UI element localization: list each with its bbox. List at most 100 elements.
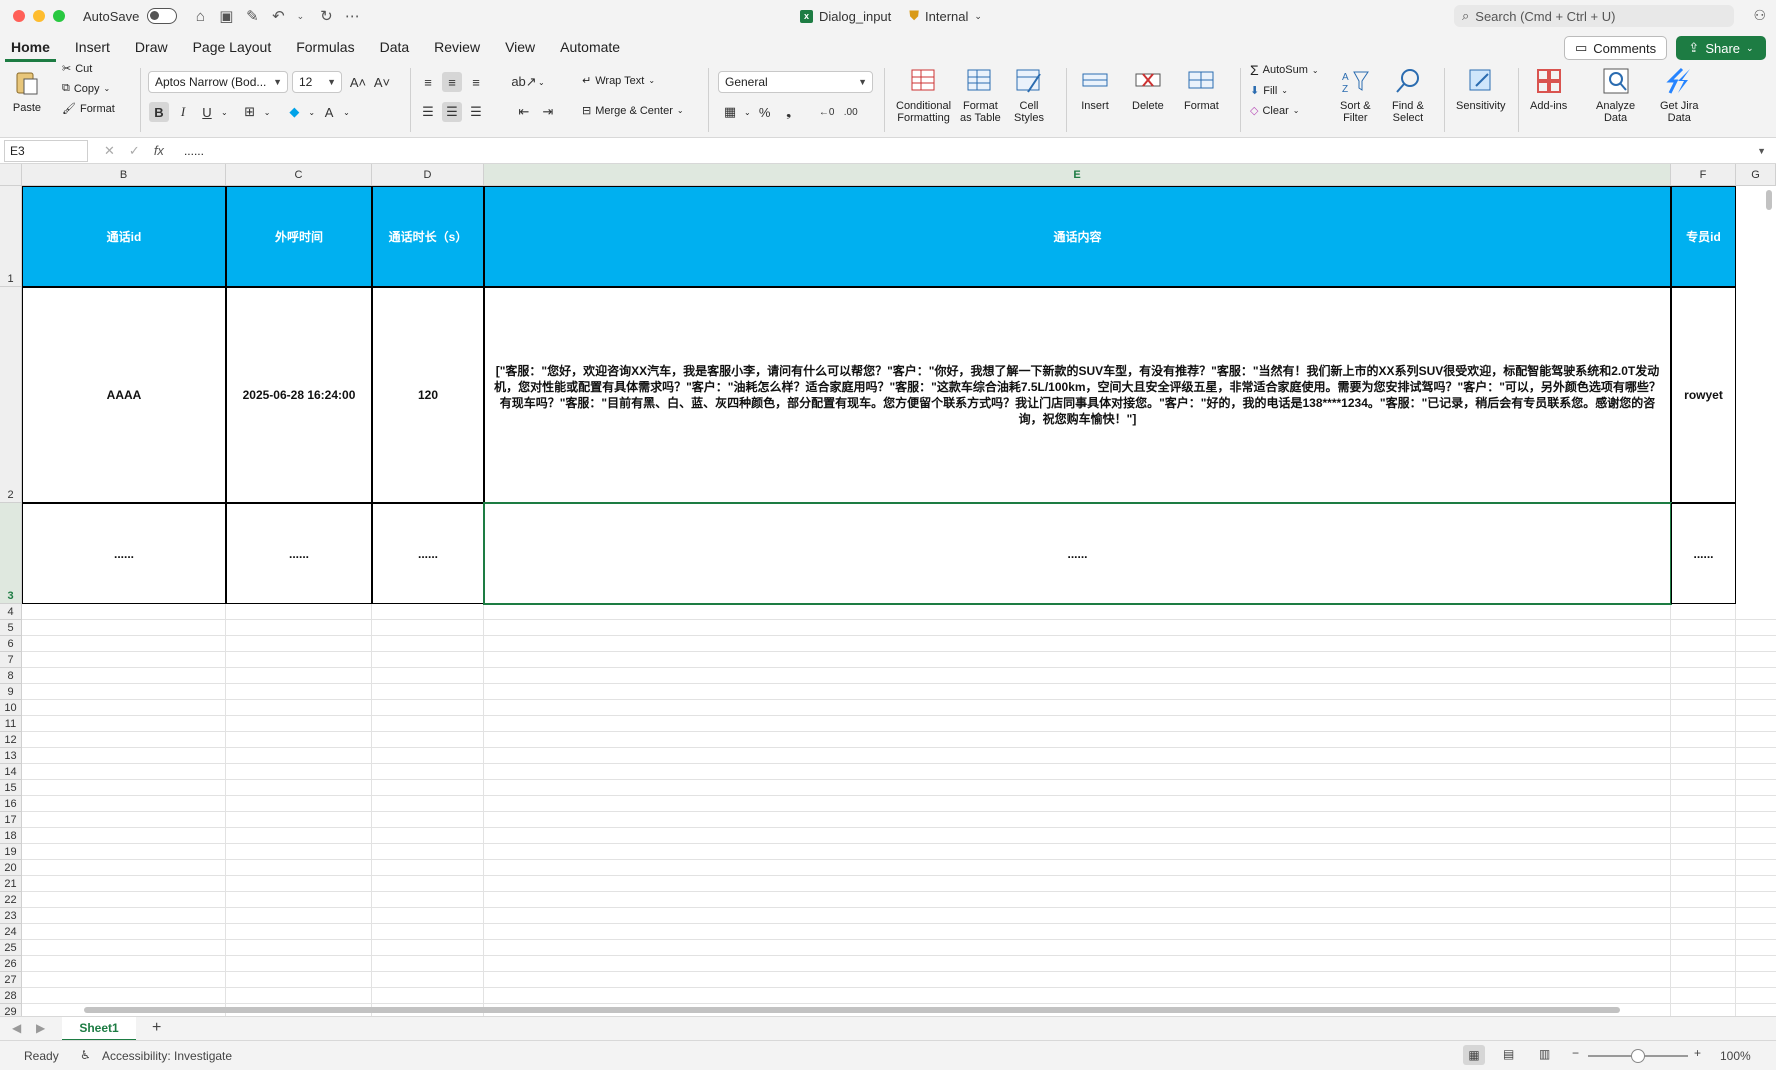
borders-icon[interactable]: ⊞: [240, 102, 260, 122]
cell-c2[interactable]: 2025-06-28 16:24:00: [226, 287, 372, 503]
accessibility-status[interactable]: Accessibility: Investigate: [102, 1049, 232, 1063]
autosave-toggle[interactable]: [147, 8, 178, 24]
wrap-text-button[interactable]: ↵ Wrap Text ⌄: [582, 74, 655, 88]
cell-e3-selected[interactable]: ......: [483, 502, 1672, 605]
sensitivity-label[interactable]: Internal: [925, 9, 968, 24]
search-input[interactable]: ⌕ Search (Cmd + Ctrl + U): [1454, 5, 1734, 27]
row-header[interactable]: 2: [0, 287, 22, 503]
row-header[interactable]: 18: [0, 828, 22, 844]
row-header[interactable]: 11: [0, 716, 22, 732]
cell-d3[interactable]: ......: [372, 503, 484, 604]
row-header[interactable]: 16: [0, 796, 22, 812]
column-header-f[interactable]: F: [1671, 164, 1736, 186]
merge-center-button[interactable]: ⊟ Merge & Center ⌄: [582, 104, 684, 118]
save-as-icon[interactable]: ✎: [241, 5, 263, 27]
share-button[interactable]: ⇪ Share ⌄: [1676, 36, 1766, 60]
select-all-corner[interactable]: [0, 164, 22, 186]
header-cell-call-time[interactable]: 外呼时间: [226, 186, 372, 287]
tab-formulas[interactable]: Formulas: [290, 32, 360, 62]
format-as-table-button[interactable]: Format as Table: [960, 66, 1001, 124]
tab-draw[interactable]: Draw: [129, 32, 174, 62]
get-jira-data-button[interactable]: Get Jira Data: [1660, 66, 1699, 124]
cell-f3[interactable]: ......: [1671, 503, 1736, 604]
tab-review[interactable]: Review: [428, 32, 486, 62]
row-header[interactable]: 20: [0, 860, 22, 876]
vertical-scrollbar[interactable]: [1766, 190, 1772, 210]
orientation-button[interactable]: ab↗ ⌄: [511, 72, 544, 92]
conditional-formatting-button[interactable]: Conditional Formatting: [896, 66, 951, 124]
format-painter-button[interactable]: 🖌 Format: [62, 102, 115, 116]
more-icon[interactable]: ⋯: [341, 5, 363, 27]
row-header[interactable]: 14: [0, 764, 22, 780]
zoom-out-icon[interactable]: −: [1572, 1046, 1579, 1060]
close-window-button[interactable]: [13, 10, 25, 22]
fill-button[interactable]: ⬇ Fill ⌄: [1250, 84, 1288, 98]
row-header[interactable]: 24: [0, 924, 22, 940]
tab-data[interactable]: Data: [374, 32, 416, 62]
home-icon[interactable]: ⌂: [189, 5, 211, 27]
account-icon[interactable]: ⚇: [1753, 7, 1766, 24]
clear-button[interactable]: ◇ Clear ⌄: [1250, 104, 1299, 118]
number-format-dropdown[interactable]: General ▼: [718, 71, 873, 93]
worksheet-grid[interactable]: B C D E F G 1 2 3 4 5 6 7 8 9 10 11 12 13 14 15 16 17 18 1…: [0, 164, 1776, 1016]
cell-b3[interactable]: ......: [22, 503, 226, 604]
increase-font-icon[interactable]: A˄: [348, 72, 368, 92]
cell-c3[interactable]: ......: [226, 503, 372, 604]
header-cell-duration[interactable]: 通话时长（s）: [372, 186, 484, 287]
decrease-indent-icon[interactable]: ⇤: [514, 102, 534, 122]
currency-icon[interactable]: ▦: [720, 102, 740, 122]
row-header[interactable]: 1: [0, 186, 22, 287]
insert-cells-button[interactable]: Insert: [1080, 66, 1110, 112]
header-cell-content[interactable]: 通话内容: [484, 186, 1671, 287]
analyze-data-button[interactable]: Analyze Data: [1596, 66, 1635, 124]
align-right-icon[interactable]: ☰: [466, 102, 486, 122]
row-header[interactable]: 23: [0, 908, 22, 924]
column-header-c[interactable]: C: [226, 164, 372, 186]
paste-button[interactable]: Paste: [12, 68, 42, 114]
font-color-icon[interactable]: A: [319, 102, 339, 122]
row-header[interactable]: 12: [0, 732, 22, 748]
autosum-button[interactable]: Σ AutoSum ⌄: [1250, 62, 1319, 78]
normal-view-icon[interactable]: ▦: [1463, 1045, 1485, 1065]
row-header[interactable]: 8: [0, 668, 22, 684]
name-box[interactable]: E3: [4, 139, 88, 162]
align-center-icon[interactable]: ☰: [442, 102, 462, 122]
font-name-dropdown[interactable]: Aptos Narrow (Bod... ▼: [148, 71, 288, 93]
confirm-icon[interactable]: ✓: [129, 143, 140, 159]
tab-page-layout[interactable]: Page Layout: [187, 32, 278, 62]
header-cell-agent-id[interactable]: 专员id: [1671, 186, 1736, 287]
zoom-slider-thumb[interactable]: [1631, 1049, 1645, 1063]
column-header-d[interactable]: D: [372, 164, 484, 186]
add-sheet-button[interactable]: +: [152, 1019, 161, 1037]
row-header[interactable]: 29: [0, 1004, 22, 1016]
undo-icon[interactable]: ↶: [267, 5, 289, 27]
undo-dropdown-icon[interactable]: ⌄: [289, 5, 311, 27]
add-ins-button[interactable]: Add-ins: [1530, 66, 1567, 112]
align-bottom-icon[interactable]: ≡: [466, 72, 486, 92]
row-header[interactable]: 28: [0, 988, 22, 1004]
delete-cells-button[interactable]: Delete: [1132, 66, 1164, 112]
row-header[interactable]: 15: [0, 780, 22, 796]
document-title[interactable]: x Dialog_input ⛊ Internal ⌄: [800, 8, 982, 24]
sheet-tab-sheet1[interactable]: Sheet1: [62, 1017, 136, 1041]
sort-filter-button[interactable]: AZ Sort & Filter: [1340, 66, 1371, 124]
row-header[interactable]: 26: [0, 956, 22, 972]
column-header-b[interactable]: B: [22, 164, 226, 186]
zoom-in-icon[interactable]: +: [1694, 1046, 1701, 1060]
align-top-icon[interactable]: ≡: [418, 72, 438, 92]
zoom-window-button[interactable]: [53, 10, 65, 22]
row-header[interactable]: 17: [0, 812, 22, 828]
fill-color-icon[interactable]: ◆: [284, 102, 304, 122]
cancel-icon[interactable]: ✕: [104, 143, 115, 159]
percent-icon[interactable]: %: [755, 102, 775, 122]
cell-b2[interactable]: AAAA: [22, 287, 226, 503]
expand-formula-icon[interactable]: ▼: [1757, 146, 1766, 156]
underline-button[interactable]: U: [197, 102, 217, 122]
row-header[interactable]: 25: [0, 940, 22, 956]
find-select-button[interactable]: Find & Select: [1392, 66, 1424, 124]
tab-insert[interactable]: Insert: [69, 32, 116, 62]
row-header[interactable]: 3: [0, 503, 22, 604]
save-icon[interactable]: ▣: [215, 5, 237, 27]
increase-decimal-icon[interactable]: ←0: [817, 102, 837, 122]
cell-e2[interactable]: ["客服："您好，欢迎咨询XX汽车，我是客服小李，请问有什么可以帮您？"客户："…: [484, 287, 1671, 503]
